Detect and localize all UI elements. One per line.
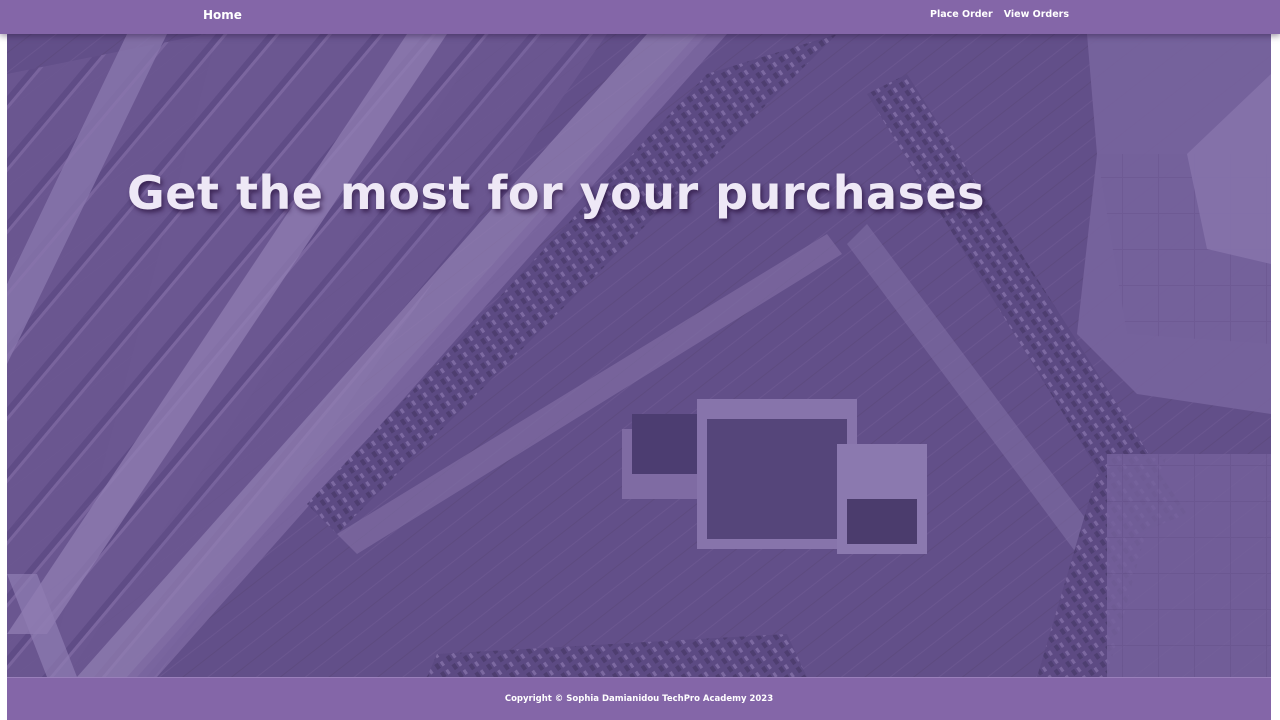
footer-copyright: Copyright © Sophia Damianidou TechPro Ac… xyxy=(504,694,774,704)
nav-home-link[interactable]: Home xyxy=(203,8,242,22)
page: Home Place Order View Orders Get the mos… xyxy=(0,0,1280,720)
hero-background-image xyxy=(7,34,1271,677)
navbar: Home Place Order View Orders xyxy=(0,0,1280,34)
page-margin-left xyxy=(0,34,7,720)
page-margin-right xyxy=(1271,34,1280,720)
hero-banner: Get the most for your purchases xyxy=(7,34,1271,677)
nav-place-order-link[interactable]: Place Order xyxy=(930,9,993,20)
hero-title: Get the most for your purchases xyxy=(127,166,986,220)
nav-view-orders-link[interactable]: View Orders xyxy=(1004,9,1069,20)
footer: Copyright © Sophia Damianidou TechPro Ac… xyxy=(7,677,1271,720)
nav-links: Place Order View Orders xyxy=(930,9,1069,20)
